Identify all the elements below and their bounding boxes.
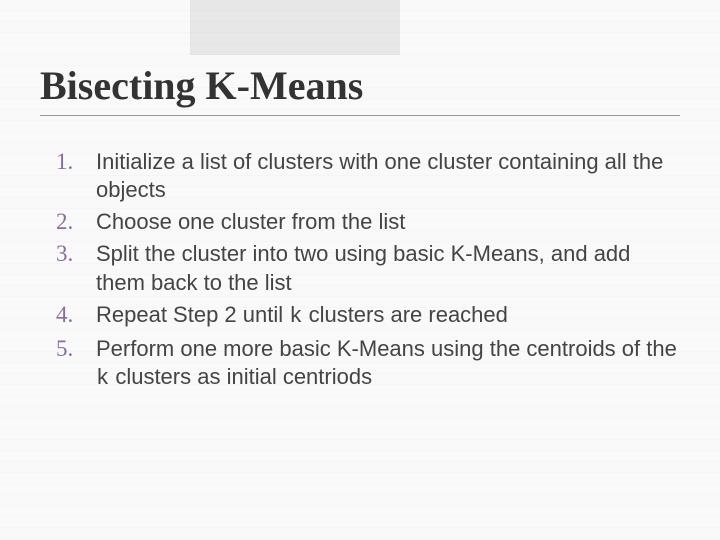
list-number: 2. (56, 209, 96, 235)
code-k: k (96, 366, 109, 391)
list-number: 3. (56, 241, 96, 267)
list-item: 5. Perform one more basic K-Means using … (56, 335, 680, 393)
list-text: Initialize a list of clusters with one c… (96, 148, 680, 204)
list-text: Perform one more basic K-Means using the… (96, 335, 680, 393)
list-text: Choose one cluster from the list (96, 208, 405, 236)
list-number: 5. (56, 336, 96, 362)
slide-title: Bisecting K-Means (40, 62, 680, 116)
list-number: 4. (56, 302, 96, 328)
list-item: 3. Split the cluster into two using basi… (56, 240, 680, 296)
steps-list: 1. Initialize a list of clusters with on… (40, 148, 680, 393)
list-text: Repeat Step 2 until k clusters are reach… (96, 301, 508, 331)
list-item: 4. Repeat Step 2 until k clusters are re… (56, 301, 680, 331)
list-text: Split the cluster into two using basic K… (96, 240, 680, 296)
list-item: 2. Choose one cluster from the list (56, 208, 680, 236)
list-number: 1. (56, 149, 96, 175)
list-item: 1. Initialize a list of clusters with on… (56, 148, 680, 204)
header-shade-block (190, 0, 400, 55)
slide-content: Bisecting K-Means 1. Initialize a list o… (40, 62, 680, 397)
code-k: k (289, 304, 302, 329)
